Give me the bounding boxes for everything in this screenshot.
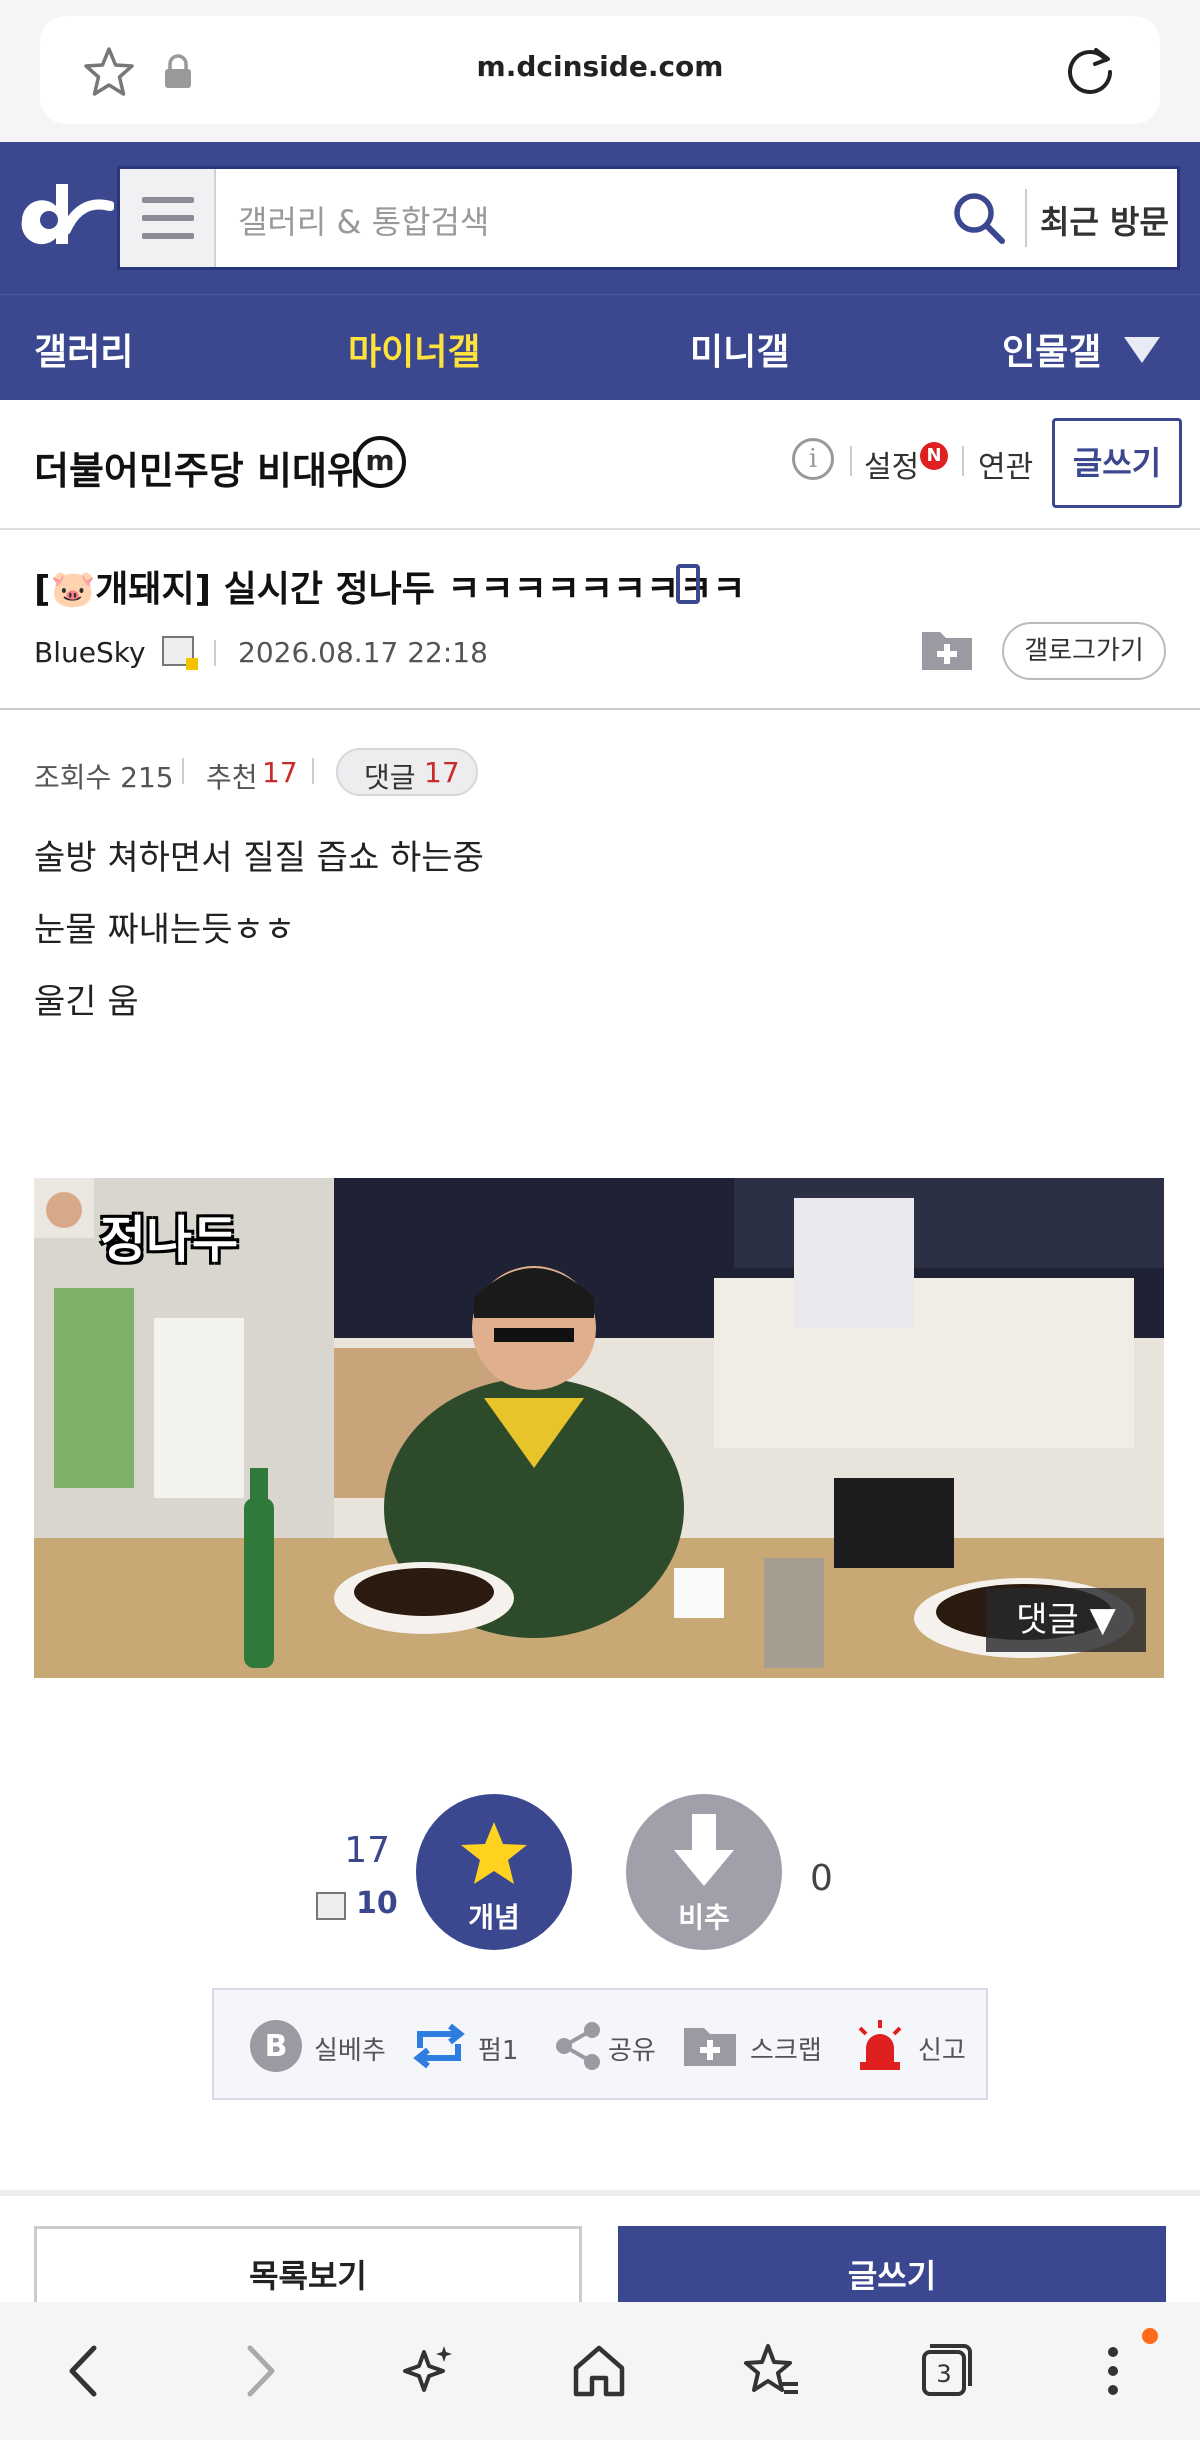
recommend-count: 17 <box>262 756 298 789</box>
bookmarks-icon[interactable] <box>738 2338 804 2404</box>
section-divider <box>0 2190 1200 2196</box>
page: m.dcinside.com 갤러리 & 통합검색 최근 방문 갤러리 마이너갤… <box>0 0 1200 2440</box>
info-icon[interactable]: i <box>792 438 834 480</box>
action-label: 펌1 <box>478 2036 519 2066</box>
comment-count-pill[interactable]: 댓글 17 <box>336 748 478 796</box>
downvote-button[interactable]: 비추 <box>626 1794 782 1950</box>
star-icon <box>461 1822 527 1884</box>
ai-sparkle-icon[interactable] <box>394 2338 460 2404</box>
post-body-line: 눈물 짜내는듯ㅎㅎ <box>34 910 296 950</box>
nav-item-minor-gallery[interactable]: 마이너갤 <box>348 323 480 375</box>
real-best-button[interactable]: B 실베추 <box>248 2018 388 2074</box>
site-header: 갤러리 & 통합검색 최근 방문 <box>0 142 1200 294</box>
post-date: 2026.08.17 22:18 <box>238 636 488 669</box>
down-arrow-icon <box>674 1814 734 1886</box>
gallery-nav: 갤러리 마이너갤 미니갤 인물갤 <box>0 294 1200 400</box>
add-folder-icon[interactable] <box>920 624 974 672</box>
comment-label: 댓글 <box>364 761 416 794</box>
fixed-upvote-count: 10 <box>356 1886 398 1921</box>
report-button[interactable]: 신고 <box>852 2018 972 2074</box>
view-count: 조회수 215 <box>34 761 174 794</box>
write-button-top[interactable]: 글쓰기 <box>1052 418 1182 508</box>
upvote-button[interactable]: 개념 <box>416 1794 572 1950</box>
member-icon <box>316 1892 346 1920</box>
recommend-label: 추천 <box>206 761 258 794</box>
mobile-post-icon <box>676 564 700 604</box>
related-link[interactable]: 연관 <box>978 442 1033 486</box>
back-icon[interactable] <box>52 2338 118 2404</box>
home-icon[interactable] <box>566 2338 632 2404</box>
tab-count: 3 <box>936 2360 952 2388</box>
divider <box>962 446 964 476</box>
tabs-button[interactable]: 3 <box>910 2338 976 2404</box>
downvote-count: 0 <box>810 1858 833 1899</box>
address-bar[interactable]: m.dcinside.com <box>40 16 1160 124</box>
post-title: [🐷개돼지] 실시간 정나두 ㅋㅋㅋㅋㅋㅋㅋㅋㅋ <box>34 569 746 610</box>
siren-icon <box>858 2020 902 2070</box>
repost-button[interactable]: 펌1 <box>410 2018 530 2074</box>
post-action-bar: B 실베추 펌1 공유 스크랩 신고 <box>212 1988 988 2100</box>
nav-item-gallery[interactable]: 갤러리 <box>34 323 133 375</box>
browser-address-area: m.dcinside.com <box>0 0 1200 142</box>
gallog-button[interactable]: 갤로그가기 <box>1002 622 1166 680</box>
nav-item-mini-gallery[interactable]: 미니갤 <box>690 323 789 375</box>
divider <box>214 640 216 666</box>
action-label: 실베추 <box>314 2036 386 2066</box>
reload-icon[interactable] <box>1060 40 1120 100</box>
post-body-line: 술방 쳐하면서 질질 즙쇼 하는중 <box>34 838 484 878</box>
forward-icon[interactable] <box>226 2338 292 2404</box>
member-icon <box>162 636 198 670</box>
b-badge-icon: B <box>250 2020 302 2072</box>
more-menu-icon[interactable] <box>1080 2338 1146 2404</box>
scrap-button[interactable]: 스크랩 <box>682 2018 832 2074</box>
notification-dot <box>1142 2328 1158 2344</box>
upvote-count: 17 <box>344 1830 390 1871</box>
upvote-label: 개념 <box>468 1901 520 1934</box>
post-image[interactable]: 정나두 댓글 ▼ <box>34 1178 1164 1678</box>
search-divider <box>1025 189 1027 247</box>
minor-gallery-badge-icon: m <box>354 436 406 488</box>
recent-visit-button[interactable]: 최근 방문 <box>1040 197 1169 243</box>
svg-text:B: B <box>265 2029 288 2064</box>
url-text[interactable]: m.dcinside.com <box>40 50 1160 83</box>
action-label: 공유 <box>608 2036 656 2066</box>
menu-button[interactable] <box>120 169 216 267</box>
search-icon[interactable] <box>950 189 1008 247</box>
search-box: 갤러리 & 통합검색 최근 방문 <box>117 166 1180 270</box>
action-label: 스크랩 <box>750 2036 822 2066</box>
browser-bottom-bar: 3 <box>0 2302 1200 2440</box>
nav-item-person-gallery[interactable]: 인물갤 <box>1002 323 1101 375</box>
divider <box>182 758 184 784</box>
gallery-title-row: 더불어민주당 비대위 m i 설정 N 연관 글쓰기 <box>0 400 1200 530</box>
gallery-title[interactable]: 더불어민주당 비대위 <box>34 440 362 495</box>
post-body-line: 울긴 움 <box>34 982 139 1022</box>
share-icon <box>556 2022 600 2070</box>
divider <box>850 446 852 476</box>
image-caption: 정나두 <box>100 1211 238 1269</box>
comment-count: 17 <box>424 756 460 789</box>
post-header: [🐷개돼지] 실시간 정나두 ㅋㅋㅋㅋㅋㅋㅋㅋㅋ BlueSky 2026.08… <box>0 530 1200 710</box>
new-badge: N <box>920 442 948 470</box>
dcinside-logo[interactable] <box>14 172 114 262</box>
repost-icon <box>413 2023 465 2069</box>
settings-link[interactable]: 설정 <box>864 442 919 486</box>
search-input[interactable]: 갤러리 & 통합검색 <box>238 197 489 243</box>
image-comment-button[interactable]: 댓글 ▼ <box>986 1588 1146 1652</box>
share-button[interactable]: 공유 <box>552 2018 662 2074</box>
nav-expand-arrow-icon[interactable] <box>1124 337 1160 363</box>
scrap-folder-icon <box>684 2028 736 2066</box>
action-label: 신고 <box>918 2036 966 2066</box>
divider <box>312 758 314 784</box>
downvote-label: 비추 <box>678 1901 730 1934</box>
author-name[interactable]: BlueSky <box>34 636 146 669</box>
